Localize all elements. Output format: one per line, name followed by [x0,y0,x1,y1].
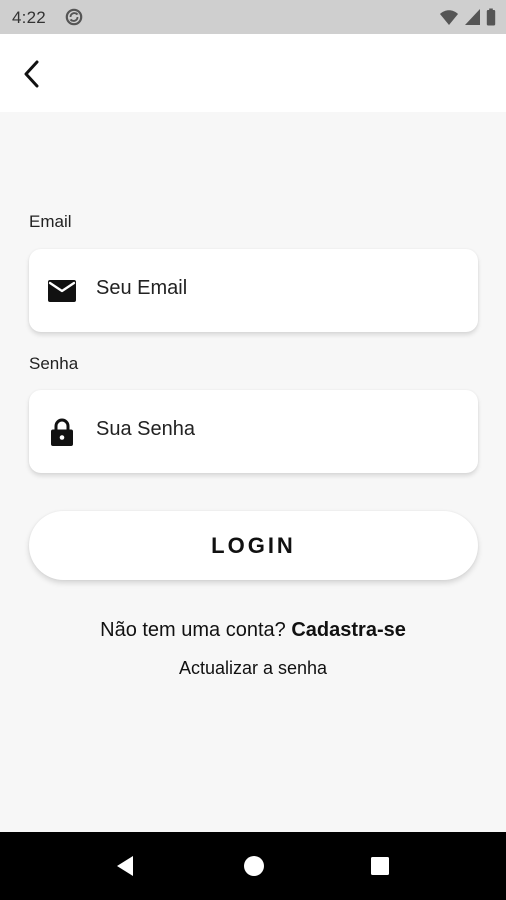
nav-back-icon [117,856,133,876]
nav-recent-button[interactable] [366,852,394,880]
email-field[interactable]: Seu Email [29,249,478,332]
signup-prompt: Não tem uma conta? [100,619,286,641]
signup-link[interactable]: Cadastra-se [291,619,406,641]
reset-password-link[interactable]: Actualizar a senha [0,658,506,679]
login-button[interactable]: LOGIN [29,511,478,580]
nav-home-button[interactable] [240,852,268,880]
status-icons [439,8,496,26]
wifi-icon [440,10,458,25]
nav-back-button[interactable] [111,852,139,880]
status-bar: 4:22 [0,0,506,34]
sync-icon [65,8,83,26]
lock-icon [47,418,77,446]
navigation-bar [0,832,506,900]
password-label: Senha [29,354,79,373]
status-time: 4:22 [12,8,46,27]
app-bar [0,34,506,112]
battery-icon [486,8,496,26]
back-button[interactable] [12,54,52,94]
nav-home-icon [244,856,264,876]
mail-icon [47,277,77,305]
chevron-left-icon [24,60,39,88]
signal-icon [465,9,480,25]
email-input[interactable]: Seu Email [96,277,187,300]
password-field[interactable]: Sua Senha [29,390,478,473]
nav-recent-icon [371,857,389,875]
signup-line: Não tem uma conta? Cadastra-se [0,619,506,642]
email-label: Email [29,212,72,231]
password-input[interactable]: Sua Senha [96,418,195,441]
